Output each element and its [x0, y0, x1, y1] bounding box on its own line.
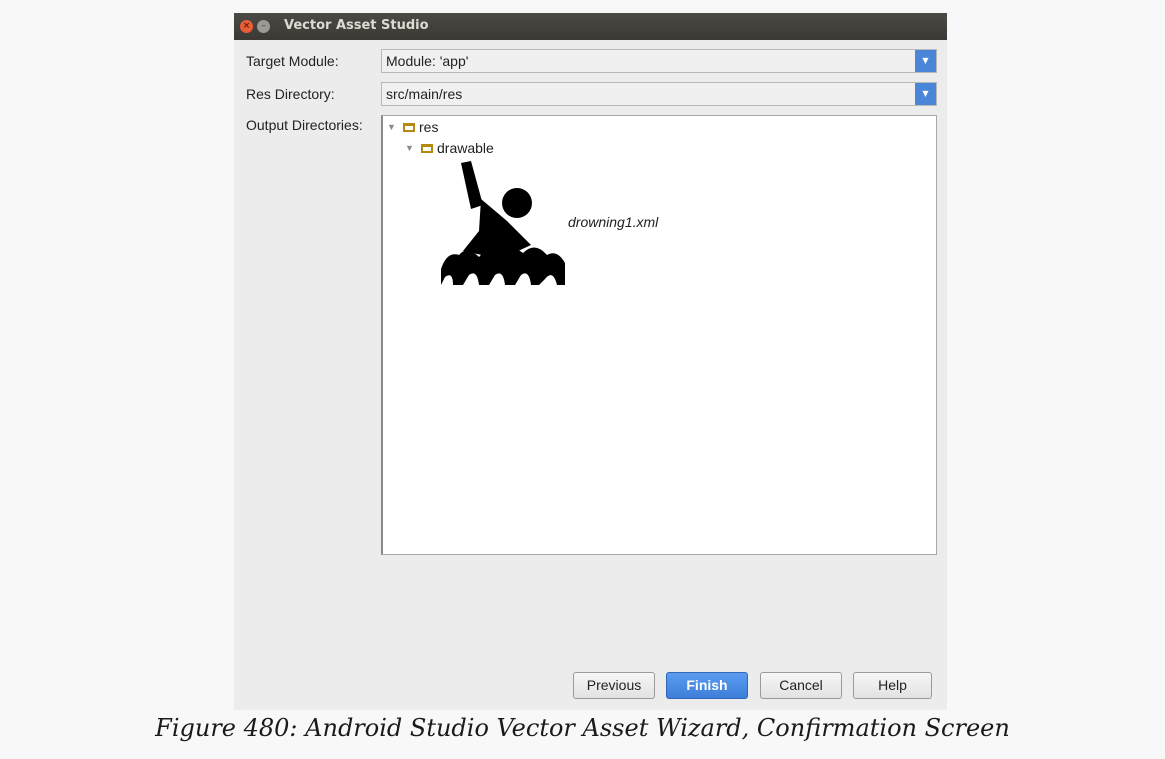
tree-node-label: drawable: [437, 140, 494, 156]
folder-icon: [421, 143, 433, 153]
res-directory-label: Res Directory:: [246, 86, 335, 102]
cancel-button[interactable]: Cancel: [760, 672, 842, 699]
tree-node-res[interactable]: ▼ res: [387, 119, 438, 135]
folder-icon: [403, 122, 415, 132]
chevron-down-icon[interactable]: ▼: [915, 83, 936, 105]
minimize-window-button[interactable]: –: [257, 20, 270, 33]
window-title: Vector Asset Studio: [284, 18, 429, 33]
close-window-button[interactable]: ×: [240, 20, 253, 33]
expand-toggle-icon[interactable]: ▼: [387, 122, 403, 132]
tree-node-label: res: [419, 119, 439, 135]
chevron-down-icon[interactable]: ▼: [915, 50, 936, 72]
output-directories-tree[interactable]: ▼ res ▼ drawable drowning1.xml: [381, 115, 937, 555]
title-bar: × – Vector Asset Studio: [234, 13, 947, 40]
vector-asset-dialog: × – Vector Asset Studio Target Module: M…: [234, 13, 947, 710]
drowning-person-icon: [441, 161, 565, 285]
figure-caption: Figure 480: Android Studio Vector Asset …: [155, 714, 1010, 742]
target-module-dropdown[interactable]: Module: 'app' ▼: [381, 49, 937, 73]
target-module-value: Module: 'app': [386, 53, 469, 69]
asset-file-name: drowning1.xml: [568, 214, 659, 230]
expand-toggle-icon[interactable]: ▼: [405, 143, 421, 153]
res-directory-dropdown[interactable]: src/main/res ▼: [381, 82, 937, 106]
help-button[interactable]: Help: [853, 672, 932, 699]
previous-button[interactable]: Previous: [573, 672, 655, 699]
target-module-label: Target Module:: [246, 53, 339, 69]
finish-button[interactable]: Finish: [666, 672, 748, 699]
res-directory-value: src/main/res: [386, 86, 463, 102]
output-directories-label: Output Directories:: [246, 117, 363, 133]
tree-node-drawable[interactable]: ▼ drawable: [405, 140, 494, 156]
